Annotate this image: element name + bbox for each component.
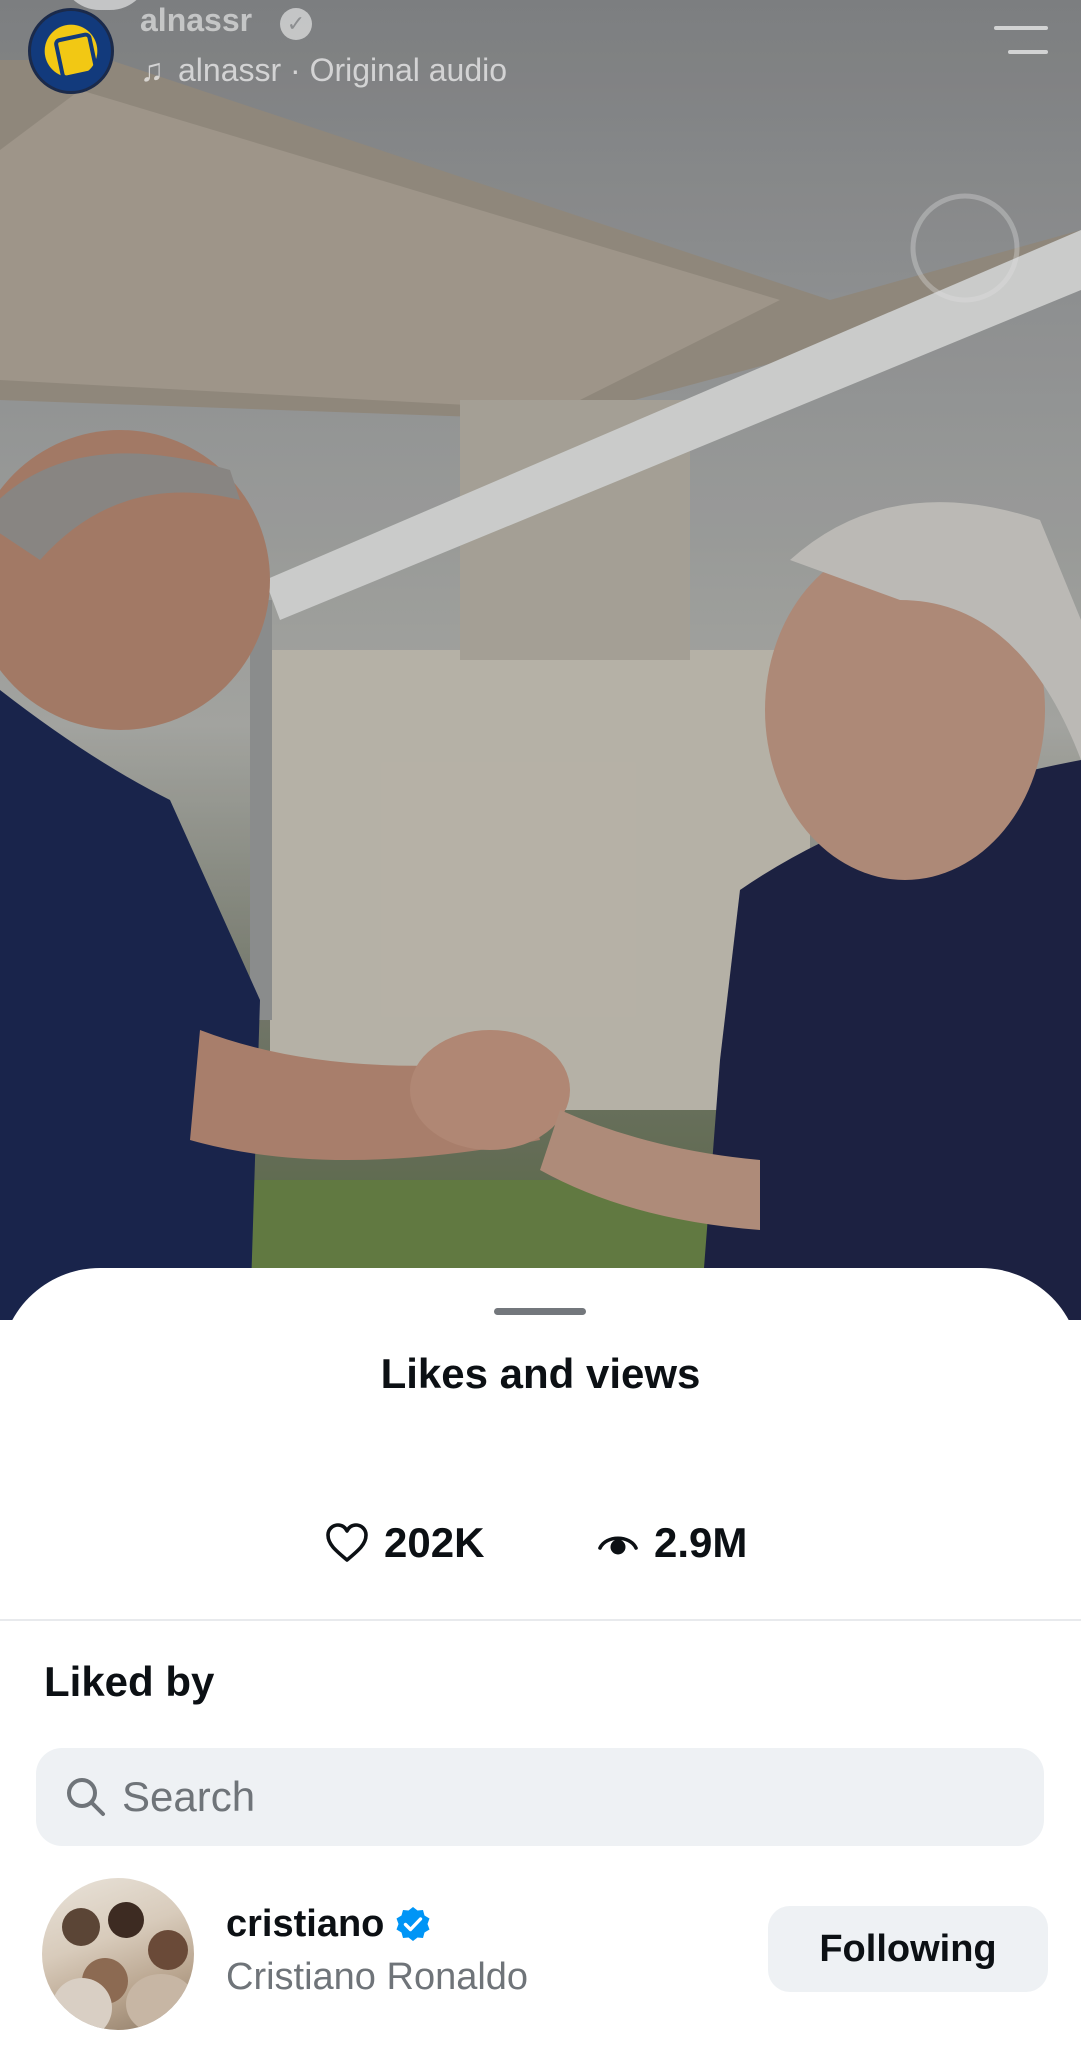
- verified-badge-icon: ✓: [280, 8, 312, 40]
- following-button[interactable]: Following: [768, 1906, 1048, 1992]
- views-count: 2.9M: [654, 1519, 748, 1566]
- user-username[interactable]: cristiano: [226, 1903, 384, 1946]
- search-icon: [67, 1778, 105, 1816]
- search-input[interactable]: [122, 1748, 1002, 1846]
- likes-count: 202K: [384, 1519, 485, 1566]
- music-note-icon: ♫: [140, 51, 164, 88]
- eye-icon: [598, 1536, 638, 1555]
- stats-row: 202K 2.9M: [0, 1511, 1081, 1575]
- likes-stat: 202K: [326, 1511, 484, 1575]
- divider: [0, 1619, 1081, 1621]
- audio-label: alnassr · Original audio: [178, 51, 508, 88]
- user-full-name: Cristiano Ronaldo: [226, 1956, 529, 1998]
- club-avatar[interactable]: [28, 8, 114, 94]
- reel-video-background: alnassr ✓ ♫ alnassr · Original audio: [0, 0, 1081, 1320]
- dim-overlay: [0, 0, 1081, 1320]
- sheet-title: Likes and views: [380, 1350, 701, 1397]
- menu-icon[interactable]: [994, 26, 1048, 56]
- audio-link[interactable]: ♫ alnassr · Original audio: [140, 48, 507, 92]
- liker-row[interactable]: cristiano Cristiano Ronaldo Following: [0, 1872, 1081, 2032]
- likes-views-sheet: Likes and views 202K 2.9M Liked by Searc…: [0, 1268, 1081, 2048]
- views-stat: 2.9M: [598, 1511, 747, 1575]
- liked-by-heading: Liked by: [44, 1658, 215, 1705]
- user-avatar[interactable]: [42, 1878, 194, 2030]
- heart-icon: [326, 1523, 368, 1562]
- sheet-grabber[interactable]: [494, 1308, 586, 1315]
- verified-badge-icon: [396, 1907, 430, 1941]
- reel-header: alnassr ✓ ♫ alnassr · Original audio: [0, 0, 1081, 110]
- reel-username[interactable]: alnassr: [140, 2, 252, 39]
- search-bar[interactable]: [36, 1748, 1044, 1846]
